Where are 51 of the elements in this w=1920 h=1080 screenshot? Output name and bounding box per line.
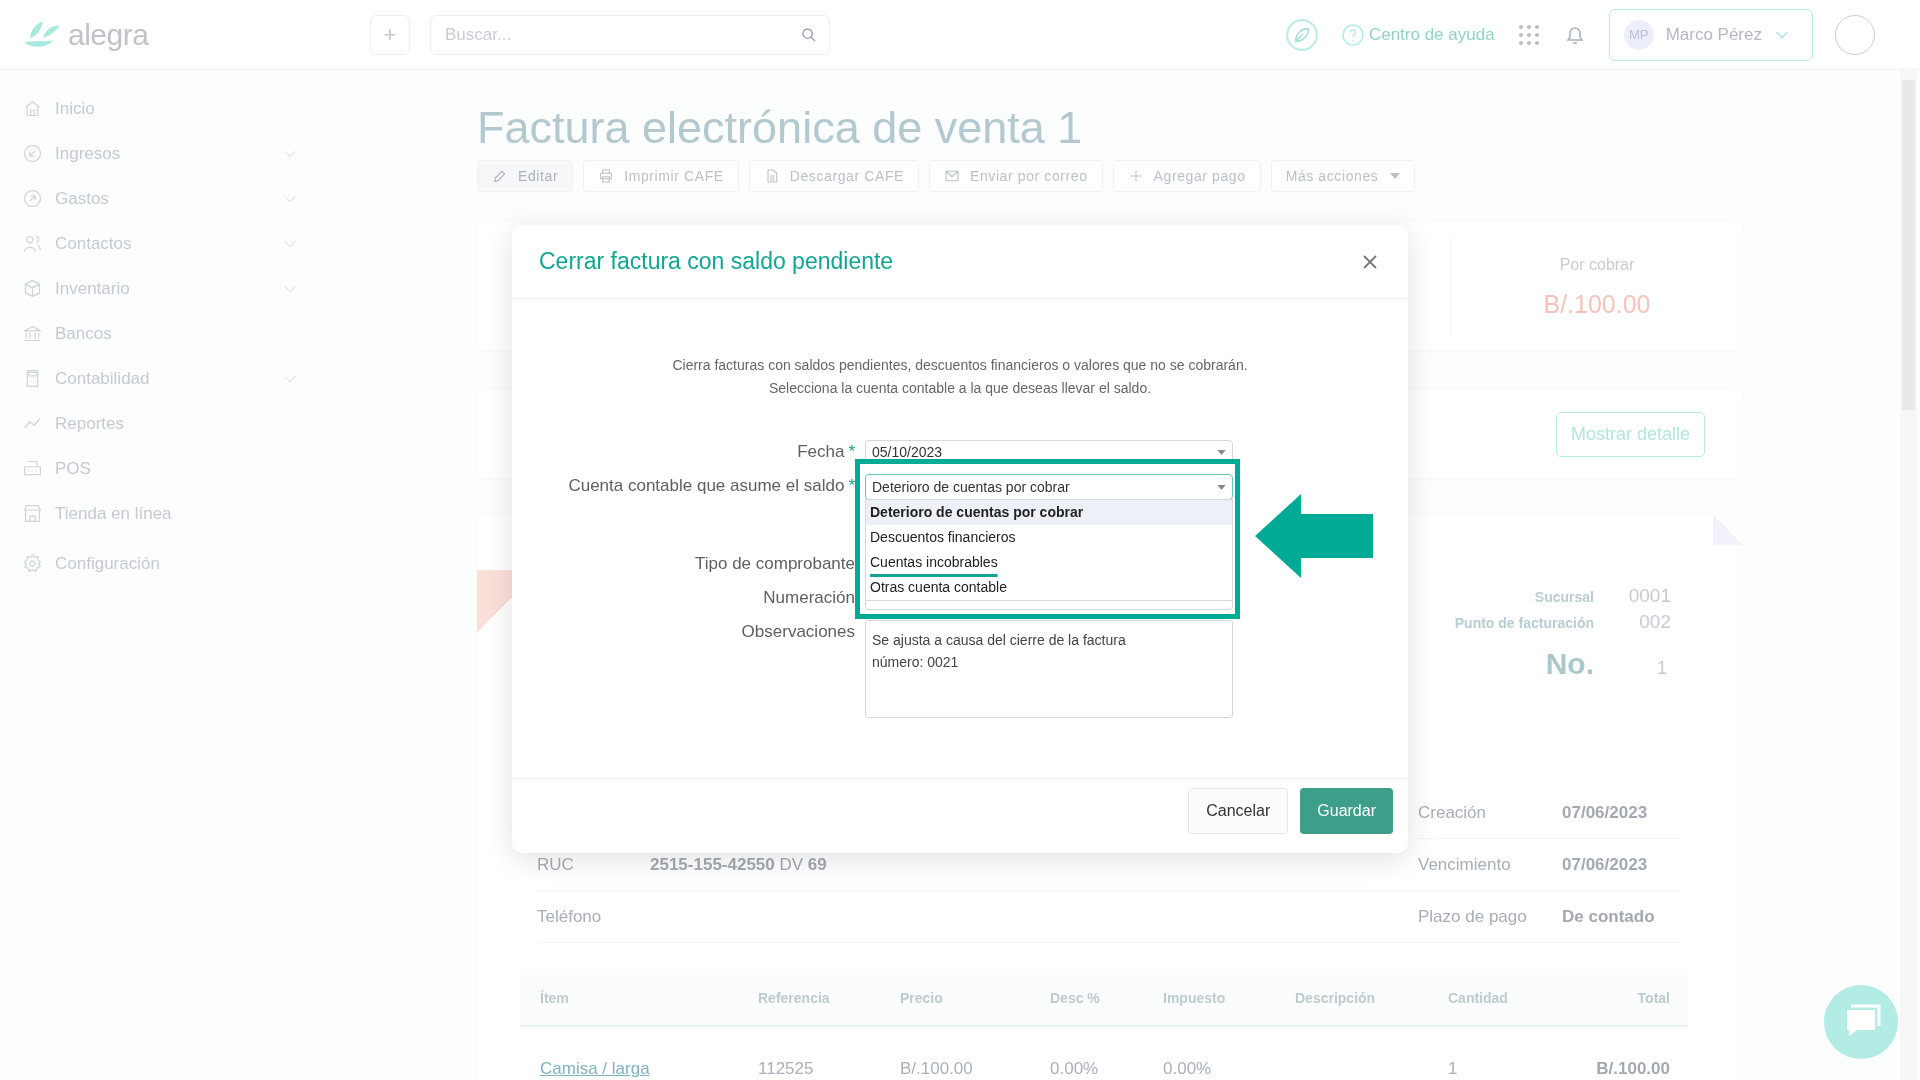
field-label: Plazo de pago bbox=[1418, 906, 1528, 927]
field-label: Teléfono bbox=[537, 906, 603, 927]
field-label: Creación bbox=[1418, 802, 1488, 823]
table-cell-text: 112525 bbox=[758, 1059, 815, 1079]
number-label: No. bbox=[1544, 647, 1594, 681]
page-title: Factura electrónica de venta 1 bbox=[477, 101, 1084, 155]
billing-point-label: Punto de facturación bbox=[1454, 615, 1594, 631]
form-label: Tipo de comprobante bbox=[693, 553, 856, 575]
sidebar-label: Ingresos bbox=[55, 143, 122, 164]
dialog-title: Cerrar factura con saldo pendiente bbox=[539, 248, 894, 275]
field-label: RUC bbox=[537, 854, 575, 875]
field-value: 07/06/2023 bbox=[1562, 802, 1648, 823]
sidebar-label: Configuración bbox=[55, 553, 161, 574]
column-header: Total bbox=[1636, 989, 1670, 1006]
summary-amount: B/.100.00 bbox=[1543, 290, 1651, 319]
form-label: Cuenta contable que asume el saldo * bbox=[567, 475, 856, 497]
column-header: Descripción bbox=[1295, 989, 1377, 1006]
column-header: Desc % bbox=[1050, 989, 1101, 1006]
sidebar-label: Gastos bbox=[55, 188, 110, 209]
form-label: Fecha * bbox=[796, 441, 856, 463]
number-value: 1 bbox=[1656, 658, 1668, 679]
sidebar-label: Tienda en línea bbox=[55, 503, 173, 524]
column-header: Precio bbox=[900, 989, 944, 1006]
sidebar-label: POS bbox=[55, 458, 92, 479]
sidebar-label: Contactos bbox=[55, 233, 133, 254]
column-header: Ítem bbox=[540, 989, 570, 1006]
sidebar-label: Inicio bbox=[55, 98, 96, 119]
table-cell-text: 0.00% bbox=[1163, 1059, 1213, 1079]
sidebar-label: Reportes bbox=[55, 413, 125, 434]
dialog-description: Selecciona la cuenta contable a la que deseas llevar el saldo. bbox=[767, 379, 1153, 398]
form-label: Numeración bbox=[762, 587, 856, 609]
table-cell-text: 0.00% bbox=[1050, 1059, 1100, 1079]
column-header: Referencia bbox=[758, 989, 831, 1006]
column-header: Impuesto bbox=[1163, 989, 1227, 1006]
sidebar-label: Contabilidad bbox=[55, 368, 151, 389]
sidebar-label: Inventario bbox=[55, 278, 131, 299]
table-cell-text: B/.100.00 bbox=[900, 1059, 974, 1079]
field-value: 07/06/2023 bbox=[1562, 854, 1648, 875]
table-cell-text: 1 bbox=[1448, 1059, 1459, 1079]
field-value: De contado bbox=[1562, 906, 1655, 927]
user-name: Marco Pérez bbox=[1665, 24, 1762, 45]
branch-label: Sucursal bbox=[1533, 589, 1594, 605]
branch-value: 0001 bbox=[1627, 585, 1671, 607]
sidebar-label: Bancos bbox=[55, 323, 113, 344]
billing-point-value: 002 bbox=[1638, 611, 1671, 633]
field-value: 2515-155-42550 DV 69 bbox=[650, 854, 827, 875]
table-cell-text: B/.100.00 bbox=[1595, 1059, 1670, 1079]
dialog-description: Cierra facturas con saldos pendientes, descuentos financieros o valores que no se cobrarán. bbox=[671, 356, 1249, 375]
field-label: Vencimiento bbox=[1418, 854, 1512, 875]
column-header: Cantidad bbox=[1448, 989, 1509, 1006]
form-label: Observaciones bbox=[740, 621, 856, 643]
